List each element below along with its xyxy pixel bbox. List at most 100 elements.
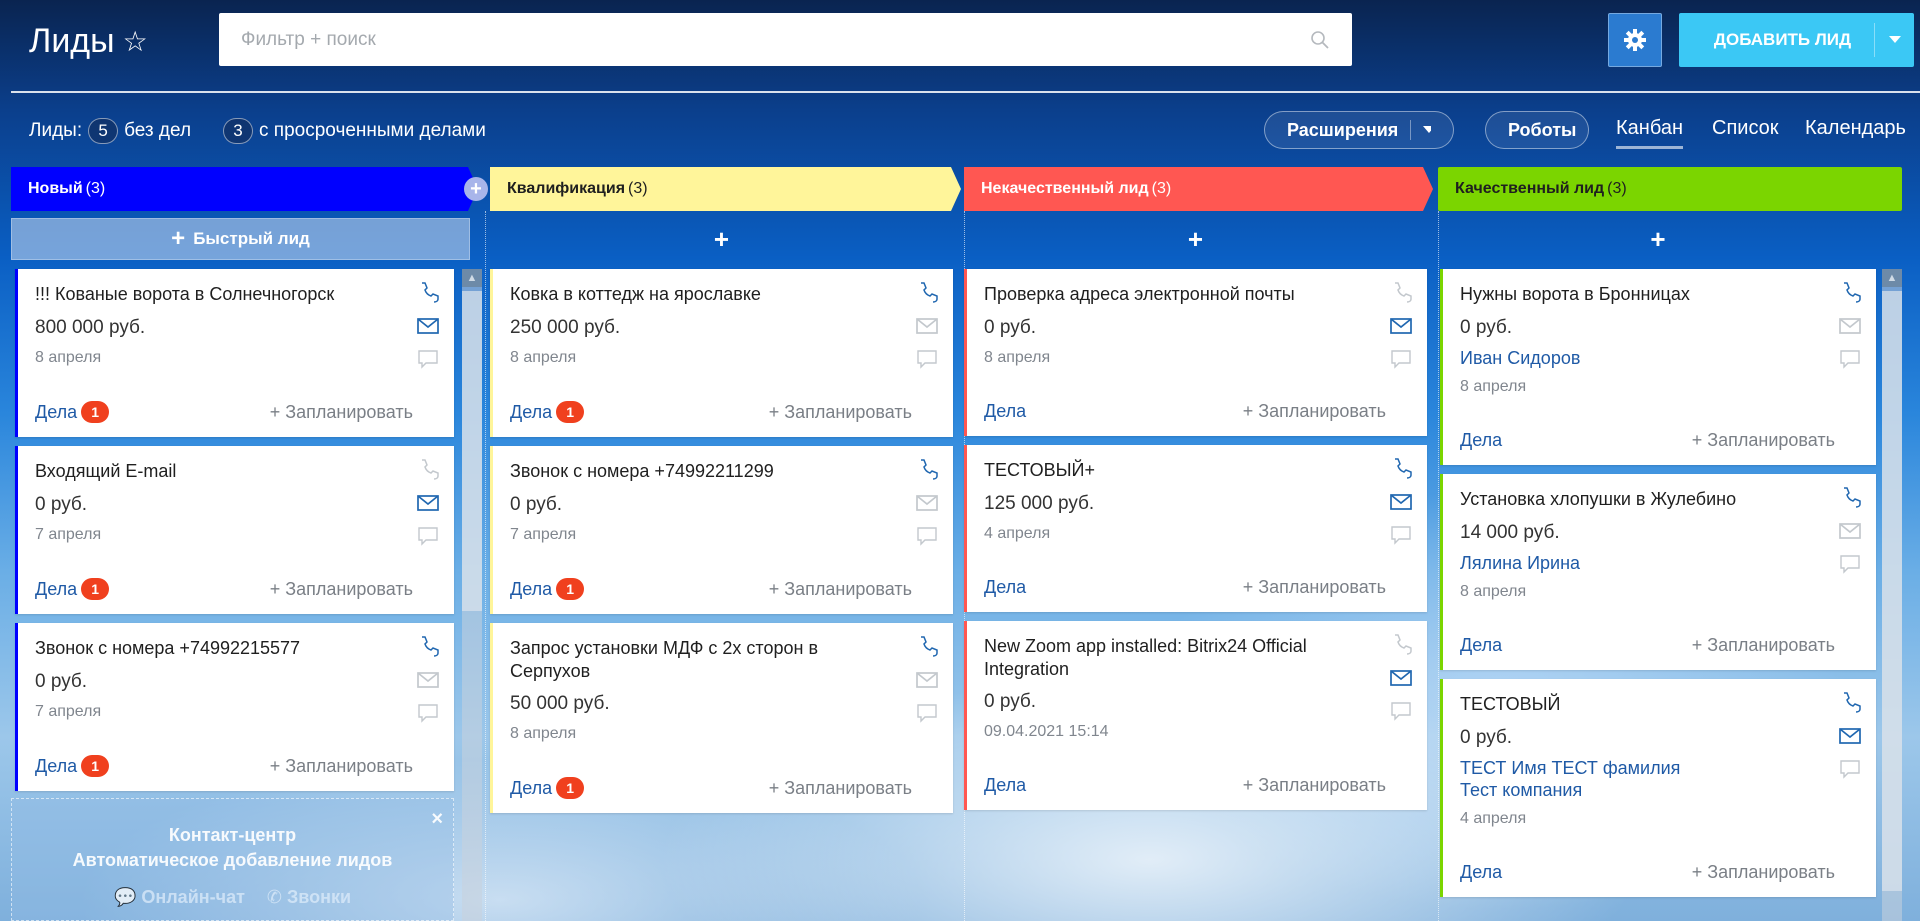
lead-card[interactable]: Нужны ворота в Бронницах 0 руб. Иван Сид… — [1440, 269, 1876, 465]
chat-icon[interactable] — [416, 524, 440, 548]
robots-button[interactable]: Роботы — [1485, 111, 1589, 149]
tasks-link[interactable]: Дела 1 — [35, 401, 110, 423]
lead-title[interactable]: Ковка в коттедж на ярославке — [510, 283, 936, 307]
scroll-up-icon[interactable]: ▲ — [462, 269, 482, 287]
lead-title[interactable]: Звонок с номера +74992215577 — [35, 637, 437, 661]
phone-icon[interactable] — [416, 635, 440, 659]
scrollbar-thumb[interactable] — [1882, 291, 1902, 891]
tasks-link[interactable]: Дела 1 — [510, 401, 585, 423]
tasks-link[interactable]: Дела — [984, 401, 1026, 422]
lead-card[interactable]: Ковка в коттедж на ярославке 250 000 руб… — [490, 269, 953, 437]
lead-title[interactable]: Нужны ворота в Бронницах — [1460, 283, 1859, 307]
contact-link[interactable]: Тест компания — [1460, 779, 1859, 801]
quick-lead-button[interactable]: + Быстрый лид — [11, 218, 470, 260]
close-icon[interactable]: × — [431, 807, 443, 832]
schedule-link[interactable]: + Запланировать — [769, 579, 912, 600]
tasks-link[interactable]: Дела — [984, 775, 1026, 796]
contact-link[interactable]: Лялина Ирина — [1460, 552, 1859, 574]
mail-icon[interactable] — [1389, 314, 1413, 338]
add-lead-button[interactable]: ДОБАВИТЬ ЛИД — [1679, 13, 1914, 67]
search-icon[interactable] — [1310, 30, 1330, 50]
add-card-button[interactable]: + — [1440, 218, 1876, 260]
chat-icon[interactable] — [915, 524, 939, 548]
lead-title[interactable]: !!! Кованые ворота в Солнечногорск — [35, 283, 437, 307]
lead-card[interactable]: ТЕСТОВЫЙ 0 руб. ТЕСТ Имя ТЕСТ фамилия Тес… — [1440, 679, 1876, 897]
schedule-link[interactable]: + Запланировать — [1243, 775, 1386, 796]
column-header[interactable]: Новый (3) — [11, 167, 478, 211]
tab-list[interactable]: Список — [1712, 117, 1779, 140]
phone-icon[interactable] — [915, 281, 939, 305]
mail-icon[interactable] — [1838, 519, 1862, 543]
schedule-link[interactable]: + Запланировать — [1243, 401, 1386, 422]
chat-icon[interactable] — [1838, 347, 1862, 371]
no-tasks-label[interactable]: без дел — [124, 120, 191, 142]
mail-icon[interactable] — [1389, 490, 1413, 514]
tasks-link[interactable]: Дела 1 — [35, 755, 110, 777]
mail-icon[interactable] — [416, 668, 440, 692]
add-card-button[interactable]: + — [490, 218, 953, 260]
mail-icon[interactable] — [915, 491, 939, 515]
mail-icon[interactable] — [416, 491, 440, 515]
phone-icon[interactable] — [1838, 281, 1862, 305]
lead-card[interactable]: Проверка адреса электронной почты 0 руб.… — [964, 269, 1427, 436]
online-chat-link[interactable]: 💬 Онлайн-чат — [114, 885, 245, 910]
column-header[interactable]: Некачественный лид (3) — [964, 167, 1433, 211]
phone-icon[interactable] — [915, 635, 939, 659]
schedule-link[interactable]: + Запланировать — [769, 402, 912, 423]
lead-title[interactable]: Звонок с номера +74992211299 — [510, 460, 936, 484]
column-scrollbar[interactable]: ▲ — [462, 269, 482, 921]
star-icon[interactable]: ☆ — [123, 25, 148, 58]
search-input[interactable]: Фильтр + поиск — [219, 13, 1352, 66]
add-card-button[interactable]: + — [964, 218, 1427, 260]
mail-icon[interactable] — [416, 314, 440, 338]
tab-calendar[interactable]: Календарь — [1805, 117, 1906, 140]
mail-icon[interactable] — [1389, 666, 1413, 690]
schedule-link[interactable]: + Запланировать — [270, 579, 413, 600]
settings-button[interactable] — [1608, 13, 1662, 67]
add-lead-dropdown[interactable] — [1874, 23, 1914, 57]
chat-icon[interactable] — [1389, 347, 1413, 371]
overdue-label[interactable]: с просроченными делами — [259, 120, 486, 142]
phone-icon[interactable] — [416, 458, 440, 482]
lead-card[interactable]: !!! Кованые ворота в Солнечногорск 800 0… — [15, 269, 454, 437]
tasks-link[interactable]: Дела — [1460, 862, 1502, 883]
chat-icon[interactable] — [1389, 523, 1413, 547]
schedule-link[interactable]: + Запланировать — [1692, 635, 1835, 656]
mail-icon[interactable] — [1838, 724, 1862, 748]
tab-kanban[interactable]: Канбан — [1616, 117, 1683, 149]
contact-link[interactable]: Иван Сидоров — [1460, 347, 1859, 369]
schedule-link[interactable]: + Запланировать — [270, 402, 413, 423]
phone-icon[interactable] — [416, 281, 440, 305]
phone-icon[interactable] — [1838, 691, 1862, 715]
column-header[interactable]: Качественный лид (3) — [1438, 167, 1902, 211]
phone-icon[interactable] — [915, 458, 939, 482]
tasks-link[interactable]: Дела 1 — [35, 578, 110, 600]
tasks-link[interactable]: Дела 1 — [510, 578, 585, 600]
chat-icon[interactable] — [915, 701, 939, 725]
lead-card[interactable]: Звонок с номера +74992215577 0 руб. 7 ап… — [15, 623, 454, 791]
schedule-link[interactable]: + Запланировать — [1243, 577, 1386, 598]
chat-icon[interactable] — [1838, 552, 1862, 576]
lead-card[interactable]: Установка хлопушки в Жулебино 14 000 руб… — [1440, 474, 1876, 670]
lead-title[interactable]: Проверка адреса электронной почты — [984, 283, 1410, 307]
mail-icon[interactable] — [915, 668, 939, 692]
schedule-link[interactable]: + Запланировать — [1692, 430, 1835, 451]
lead-title[interactable]: New Zoom app installed: Bitrix24 Officia… — [984, 635, 1410, 681]
contact-link[interactable]: ТЕСТ Имя ТЕСТ фамилия — [1460, 757, 1859, 779]
lead-title[interactable]: Запрос установки МДФ с 2х сторон в Серпу… — [510, 637, 936, 683]
add-column-button[interactable]: + — [464, 177, 488, 201]
chat-icon[interactable] — [416, 701, 440, 725]
mail-icon[interactable] — [1838, 314, 1862, 338]
tasks-link[interactable]: Дела 1 — [510, 777, 585, 799]
chat-icon[interactable] — [915, 347, 939, 371]
lead-title[interactable]: ТЕСТОВЫЙ+ — [984, 459, 1410, 483]
lead-title[interactable]: ТЕСТОВЫЙ — [1460, 693, 1859, 717]
mail-icon[interactable] — [915, 314, 939, 338]
column-scrollbar[interactable]: ▲ — [1882, 269, 1902, 921]
schedule-link[interactable]: + Запланировать — [1692, 862, 1835, 883]
column-header[interactable]: Квалификация (3) — [490, 167, 961, 211]
tasks-link[interactable]: Дела — [984, 577, 1026, 598]
phone-icon[interactable] — [1389, 281, 1413, 305]
lead-card[interactable]: ТЕСТОВЫЙ+ 125 000 руб. 4 апреля Дела + З… — [964, 445, 1427, 612]
tasks-link[interactable]: Дела — [1460, 430, 1502, 451]
